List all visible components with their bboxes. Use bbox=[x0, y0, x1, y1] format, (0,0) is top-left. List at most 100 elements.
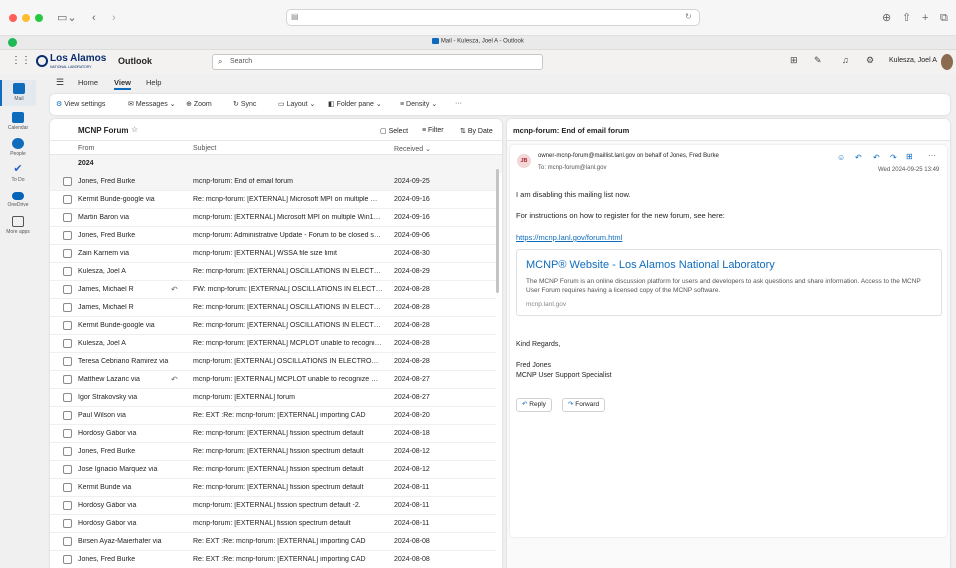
zoom-button[interactable]: ⊕ Zoom bbox=[186, 100, 212, 108]
table-row[interactable]: Jones, Fred Burke mcnp-forum: Administrat… bbox=[50, 227, 496, 245]
sender-avatar[interactable]: JB bbox=[517, 154, 531, 168]
link-preview-card[interactable]: MCNP® Website - Los Alamos National Labo… bbox=[516, 249, 942, 316]
table-row[interactable]: James, Michael R ↶ FW: mcnp-forum: [EXTERN… bbox=[50, 281, 496, 299]
star-icon[interactable]: ☆ bbox=[131, 125, 138, 134]
row-checkbox[interactable] bbox=[63, 177, 72, 186]
gear-icon[interactable]: ⚙ bbox=[866, 55, 874, 66]
app-launcher-icon[interactable]: ⋮⋮ bbox=[11, 55, 31, 66]
folder-pane-button[interactable]: ◧ Folder pane ⌄ bbox=[328, 100, 382, 108]
row-checkbox[interactable] bbox=[63, 195, 72, 204]
row-checkbox[interactable] bbox=[63, 267, 72, 276]
user-name[interactable]: Kulesza, Joel A bbox=[889, 57, 937, 64]
table-row[interactable]: Hordósy Gábor via mcnp-forum: [EXTERNAL] … bbox=[50, 497, 496, 515]
reply-all-icon[interactable]: ↶ bbox=[873, 153, 880, 162]
table-row[interactable]: Zain Karriem via mcnp-forum: [EXTERNAL] W… bbox=[50, 245, 496, 263]
row-checkbox[interactable] bbox=[63, 321, 72, 330]
col-from[interactable]: From bbox=[78, 145, 94, 152]
forward-icon[interactable]: ↷ bbox=[890, 153, 897, 162]
tab-help[interactable]: Help bbox=[146, 78, 161, 87]
tab-home[interactable]: Home bbox=[78, 78, 98, 87]
row-checkbox[interactable] bbox=[63, 375, 72, 384]
table-row[interactable]: Kermit Bunde-google via Re: mcnp-forum: [… bbox=[50, 317, 496, 335]
rail-item-onedrive[interactable]: OneDrive bbox=[0, 190, 36, 208]
table-row[interactable]: Igor Strakovsky via mcnp-forum: [EXTERNAL… bbox=[50, 389, 496, 407]
row-checkbox[interactable] bbox=[63, 393, 72, 402]
view-settings-button[interactable]: ⚙ View settings bbox=[56, 100, 105, 108]
teams-icon[interactable]: ⊞ bbox=[790, 55, 798, 66]
table-row[interactable]: Hordósy Gábor via Re: mcnp-forum: [EXTERN… bbox=[50, 425, 496, 443]
row-checkbox[interactable] bbox=[63, 429, 72, 438]
table-row[interactable]: Teresa Cebriano Ramirez via mcnp-forum: [… bbox=[50, 353, 496, 371]
row-checkbox[interactable] bbox=[63, 213, 72, 222]
emoji-icon[interactable]: ☺ bbox=[837, 153, 845, 162]
col-subject[interactable]: Subject bbox=[193, 145, 216, 152]
select-button[interactable]: ▢ Select bbox=[380, 127, 408, 135]
row-checkbox[interactable] bbox=[63, 231, 72, 240]
rail-item-calendar[interactable]: Calendar bbox=[0, 112, 36, 131]
forward-button[interactable]: ↷ Forward bbox=[562, 398, 606, 412]
address-bar[interactable]: ▤ ↻ bbox=[286, 9, 700, 26]
filter-button[interactable]: ≡ Filter bbox=[422, 127, 444, 134]
rail-item-mail[interactable]: Mail bbox=[0, 80, 36, 106]
more-actions-icon[interactable]: ··· bbox=[928, 151, 936, 160]
zoom-window-button[interactable] bbox=[35, 14, 43, 22]
sync-button[interactable]: ↻ Sync bbox=[233, 100, 256, 108]
hamburger-icon[interactable]: ☰ bbox=[56, 77, 64, 88]
row-checkbox[interactable] bbox=[63, 249, 72, 258]
row-checkbox[interactable] bbox=[63, 339, 72, 348]
reply-button[interactable]: ↶ Reply bbox=[516, 398, 552, 412]
table-row[interactable]: Kulesza, Joel A Re: mcnp-forum: [EXTERNAL… bbox=[50, 335, 496, 353]
download-icon[interactable]: ⊕ bbox=[882, 9, 891, 27]
tab-view[interactable]: View bbox=[114, 78, 131, 90]
sort-button[interactable]: ⇅ By Date bbox=[460, 127, 493, 135]
forum-link[interactable]: https://mcnp.lanl.gov/forum.html bbox=[516, 233, 622, 242]
table-row[interactable]: James, Michael R Re: mcnp-forum: [EXTERNA… bbox=[50, 299, 496, 317]
bell-icon[interactable]: ♫ bbox=[842, 55, 849, 65]
row-checkbox[interactable] bbox=[63, 555, 72, 564]
share-icon[interactable]: ⇧ bbox=[902, 9, 911, 27]
search-input[interactable]: ⌕ Search bbox=[212, 54, 543, 70]
table-row[interactable]: Matthew Lazaric via ↶ mcnp-forum: [EXTERNA… bbox=[50, 371, 496, 389]
table-row[interactable]: Jones, Fred Burke mcnp-forum: End of emai… bbox=[50, 173, 496, 191]
minimize-window-button[interactable] bbox=[22, 14, 30, 22]
avatar[interactable] bbox=[941, 54, 953, 70]
active-tab[interactable]: Mail - Kulesza, Joel A - Outlook bbox=[0, 38, 956, 45]
messages-button[interactable]: ✉ Messages ⌄ bbox=[128, 100, 176, 108]
scrollbar[interactable] bbox=[496, 169, 499, 293]
reply-icon[interactable]: ↶ bbox=[855, 153, 862, 162]
table-row[interactable]: Jones, Fred Burke Re: EXT :Re: mcnp-forum… bbox=[50, 551, 496, 568]
density-button[interactable]: ≡ Density ⌄ bbox=[400, 100, 437, 108]
rail-item-todo[interactable]: ✔ To Do bbox=[0, 164, 36, 184]
rail-item-people[interactable]: People bbox=[0, 138, 36, 157]
table-row[interactable]: Kermit Bunde via Re: mcnp-forum: [EXTERNA… bbox=[50, 479, 496, 497]
back-icon[interactable]: ‹ bbox=[92, 9, 96, 27]
reload-icon[interactable]: ↻ bbox=[685, 12, 692, 21]
row-checkbox[interactable] bbox=[63, 537, 72, 546]
row-checkbox[interactable] bbox=[63, 411, 72, 420]
card-title[interactable]: MCNP® Website - Los Alamos National Labo… bbox=[526, 259, 775, 271]
tab-overview-icon[interactable]: ⧉ bbox=[940, 9, 948, 27]
row-checkbox[interactable] bbox=[63, 357, 72, 366]
notes-icon[interactable]: ✎ bbox=[814, 55, 822, 66]
table-row[interactable]: Jose Ignacio Marquez via Re: mcnp-forum: … bbox=[50, 461, 496, 479]
row-checkbox[interactable] bbox=[63, 501, 72, 510]
table-row[interactable]: Jones, Fred Burke Re: mcnp-forum: [EXTERN… bbox=[50, 443, 496, 461]
row-checkbox[interactable] bbox=[63, 447, 72, 456]
table-row[interactable]: Kermit Bunde-google via Re: mcnp-forum: [… bbox=[50, 191, 496, 209]
row-checkbox[interactable] bbox=[63, 519, 72, 528]
table-row[interactable]: Kulesza, Joel A Re: mcnp-forum: [EXTERNAL… bbox=[50, 263, 496, 281]
col-received[interactable]: Received ⌄ bbox=[394, 145, 431, 153]
rail-item-more-apps[interactable]: More apps bbox=[0, 216, 36, 235]
sidebar-toggle-icon[interactable]: ▭⌄ bbox=[57, 9, 77, 27]
table-row[interactable]: Paul Wilson via Re: EXT :Re: mcnp-forum: … bbox=[50, 407, 496, 425]
more-options-button[interactable]: ··· bbox=[455, 100, 462, 107]
new-tab-icon[interactable]: + bbox=[922, 9, 928, 27]
sender-line[interactable]: owner-mcnp-forum@maillist.lanl.gov on be… bbox=[538, 153, 719, 159]
row-checkbox[interactable] bbox=[63, 465, 72, 474]
row-checkbox[interactable] bbox=[63, 483, 72, 492]
close-window-button[interactable] bbox=[9, 14, 17, 22]
table-row[interactable]: Martin Baron via mcnp-forum: [EXTERNAL] M… bbox=[50, 209, 496, 227]
row-checkbox[interactable] bbox=[63, 303, 72, 312]
layout-button[interactable]: ▭ Layout ⌄ bbox=[278, 100, 315, 108]
grid-view-icon[interactable]: ⊞ bbox=[906, 152, 913, 161]
